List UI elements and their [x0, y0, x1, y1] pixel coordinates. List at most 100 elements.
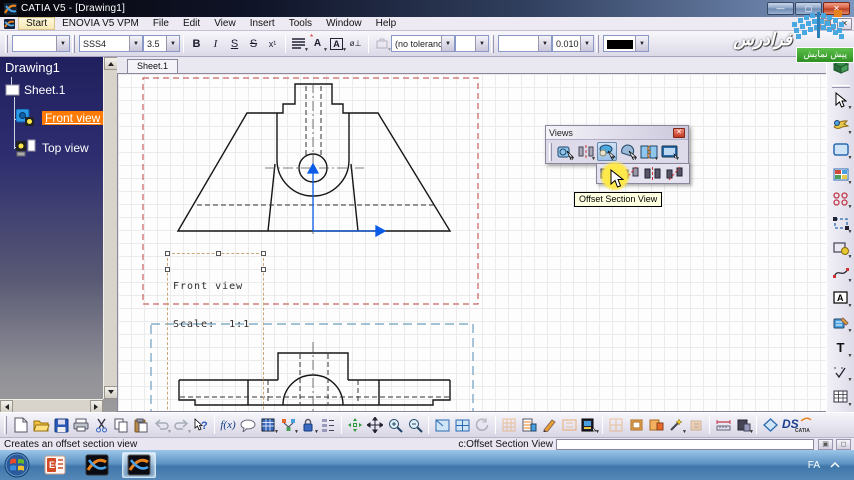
- bold-button[interactable]: B: [187, 34, 206, 53]
- tree-root-drawing1[interactable]: Drawing1: [0, 57, 103, 75]
- tree-horizontal-scrollbar[interactable]: [0, 399, 103, 412]
- selection-handle[interactable]: [216, 251, 221, 256]
- selection-handle[interactable]: [261, 267, 266, 272]
- select-tool-button[interactable]: ▼: [831, 91, 853, 111]
- grid-button[interactable]: [499, 415, 519, 435]
- superscript-button[interactable]: x¹: [263, 34, 282, 53]
- normal-view-button[interactable]: [432, 415, 452, 435]
- menu-enovia[interactable]: ENOVIA V5 VPM: [55, 17, 146, 30]
- drawing-canvas[interactable]: Front view Scale: 1:1 Views ✕ ▼ ▼ ▼ ▼ ▼ …: [117, 73, 826, 412]
- broken-view-tool-button[interactable]: ▼: [639, 142, 659, 162]
- pan-button[interactable]: [365, 415, 385, 435]
- menu-file[interactable]: File: [146, 17, 176, 30]
- font-size-combo[interactable]: 3.5 ▼: [143, 35, 180, 52]
- dimension-button[interactable]: ▼: [831, 313, 853, 334]
- selection-handle[interactable]: [165, 267, 170, 272]
- toolbar-drag-handle[interactable]: [4, 416, 7, 434]
- sheet-tool-button[interactable]: [831, 58, 851, 77]
- window-panes-button[interactable]: ▼: [831, 165, 853, 186]
- structure-filter-button[interactable]: [318, 415, 338, 435]
- dashed-frame-button[interactable]: ▼: [831, 214, 853, 235]
- dimension-system-button[interactable]: [559, 415, 579, 435]
- menu-view[interactable]: View: [207, 17, 243, 30]
- grid2-button[interactable]: [606, 415, 626, 435]
- style-combo[interactable]: ▼: [12, 35, 70, 52]
- rotate-button[interactable]: [472, 415, 492, 435]
- calculator-button[interactable]: ▼: [258, 415, 279, 435]
- wizard-button[interactable]: ▼: [666, 415, 687, 435]
- status-option-button[interactable]: ▣: [818, 438, 833, 450]
- status-dialog-button[interactable]: ◻: [836, 438, 851, 450]
- precision-combo[interactable]: 0.010 ▼: [552, 35, 594, 52]
- new-document-button[interactable]: [11, 415, 31, 435]
- new-view-button[interactable]: ▼: [831, 140, 853, 161]
- mdi-restore-button[interactable]: ❐: [820, 17, 835, 30]
- toolbar-drag-handle[interactable]: [831, 84, 850, 88]
- tree-item-front-view[interactable]: Front view: [16, 109, 104, 127]
- dimension-style-combo[interactable]: ▼: [498, 35, 552, 52]
- tree-vertical-scrollbar[interactable]: [103, 57, 117, 399]
- start-button[interactable]: [4, 452, 30, 478]
- view-mode-button[interactable]: ▼: [579, 415, 600, 435]
- open-button[interactable]: [31, 415, 51, 435]
- tree-item-sheet1[interactable]: Sheet.1: [5, 83, 65, 97]
- spline-button[interactable]: ▼: [831, 264, 853, 284]
- front-view-text-label[interactable]: Front view Scale: 1:1: [165, 251, 266, 411]
- maximize-button[interactable]: ▢: [795, 2, 822, 15]
- menu-tools[interactable]: Tools: [282, 17, 319, 30]
- toolbar-drag-handle[interactable]: [596, 34, 599, 53]
- geometrical-tolerance-button[interactable]: ▼: [372, 34, 392, 53]
- zoom-in-button[interactable]: [385, 415, 405, 435]
- measure-button[interactable]: [713, 415, 733, 435]
- selection-handle[interactable]: [261, 251, 266, 256]
- justify-button[interactable]: ▼: [289, 34, 309, 53]
- offset-section-cut-button[interactable]: [642, 164, 662, 183]
- text-tool-button[interactable]: T ▼: [831, 338, 853, 359]
- measure-item-button[interactable]: ▼: [733, 415, 754, 435]
- command-input[interactable]: [556, 438, 814, 450]
- text-frame-button[interactable]: A ▼: [327, 34, 347, 53]
- font-combo[interactable]: SSS4 ▼: [79, 35, 143, 52]
- frame-box2-button[interactable]: [646, 415, 666, 435]
- palette-drag-handle[interactable]: [549, 142, 552, 161]
- view-wizard-tool-button[interactable]: ▼: [660, 142, 680, 162]
- tree-item-top-view[interactable]: Top view: [16, 139, 89, 157]
- italic-button[interactable]: I: [206, 34, 225, 53]
- comment-button[interactable]: [238, 415, 258, 435]
- text-with-leader-button[interactable]: A ▼: [831, 288, 853, 309]
- mdi-close-button[interactable]: ✕: [837, 17, 852, 30]
- clipping-view-tool-button[interactable]: ▼: [618, 142, 638, 162]
- frame-box-button[interactable]: [626, 415, 646, 435]
- points-pattern-button[interactable]: ▼: [831, 190, 853, 210]
- underline-button[interactable]: S: [225, 34, 244, 53]
- anchor-point-button[interactable]: A * ▼: [308, 33, 328, 53]
- print-button[interactable]: [71, 415, 91, 435]
- knowledge-fx-button[interactable]: f(x): [218, 415, 238, 435]
- minimize-button[interactable]: —: [767, 2, 794, 15]
- analysis-display-button[interactable]: [539, 415, 559, 435]
- toolbar-drag-handle[interactable]: [491, 34, 494, 53]
- toolbar-drag-handle[interactable]: [5, 34, 8, 53]
- undo-button[interactable]: ▼: [151, 415, 172, 435]
- menu-start[interactable]: Start: [18, 17, 56, 30]
- close-button[interactable]: ✕: [823, 2, 850, 15]
- menu-window[interactable]: Window: [319, 17, 369, 30]
- cut-button[interactable]: [91, 415, 111, 435]
- tolerance-type-combo[interactable]: ▼: [455, 35, 489, 52]
- table-tool-button[interactable]: ▼: [831, 387, 853, 408]
- check-dimension-button[interactable]: ▼: [831, 363, 853, 383]
- multi-view-button[interactable]: [452, 415, 472, 435]
- strikethrough-button[interactable]: S: [244, 34, 263, 53]
- sheet-tab[interactable]: Sheet.1: [127, 59, 179, 73]
- part-design-button[interactable]: [760, 415, 780, 435]
- copy-button[interactable]: [111, 415, 131, 435]
- update-button[interactable]: [686, 415, 706, 435]
- fly-tool-button[interactable]: ▼: [831, 115, 853, 136]
- taskbar-powerpoint[interactable]: EC: [38, 452, 72, 478]
- views-palette-close-icon[interactable]: ✕: [673, 127, 685, 138]
- views-palette-titlebar[interactable]: Views ✕: [546, 126, 688, 140]
- redo-button[interactable]: ▼: [171, 415, 192, 435]
- tolerance-combo[interactable]: (no tolerance)▼: [391, 35, 455, 52]
- menu-insert[interactable]: Insert: [243, 17, 282, 30]
- lock-button[interactable]: ▼: [298, 415, 319, 435]
